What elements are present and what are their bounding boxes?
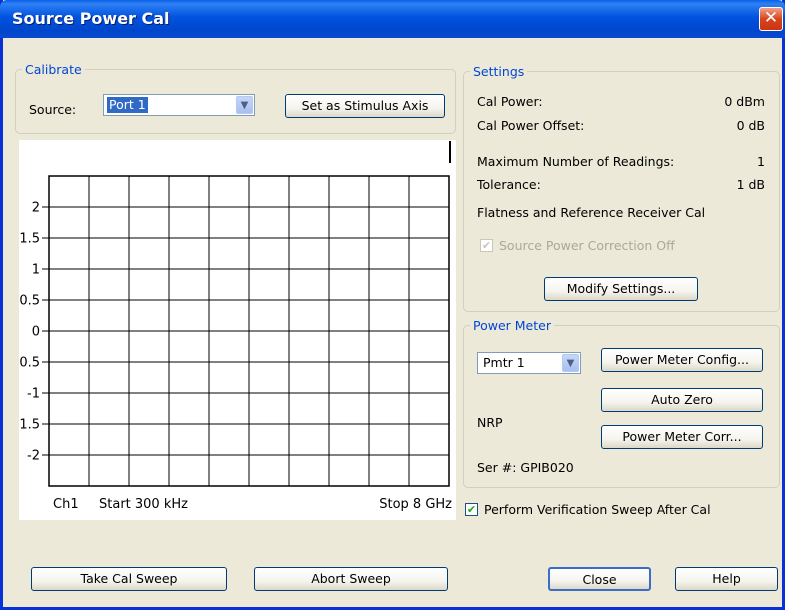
max-readings-label: Maximum Number of Readings: — [477, 154, 675, 169]
checkmark-icon: ✔ — [466, 503, 477, 516]
set-stimulus-axis-button[interactable]: Set as Stimulus Axis — [285, 94, 445, 118]
abort-sweep-button[interactable]: Abort Sweep — [254, 567, 448, 591]
cal-power-value: 0 dBm — [724, 94, 765, 109]
source-select[interactable]: Port 1 ▼ — [103, 94, 255, 116]
y-tick-label: 0 — [32, 325, 40, 340]
take-cal-sweep-button[interactable]: Take Cal Sweep — [31, 567, 227, 591]
modify-settings-button[interactable]: Modify Settings... — [544, 277, 698, 301]
title-bar[interactable]: Source Power Cal ✕ — [0, 0, 785, 38]
tolerance-value: 1 dB — [736, 177, 765, 192]
close-icon: ✕ — [763, 8, 779, 28]
stop-frequency-label: Stop 8 GHz — [379, 497, 452, 512]
verification-label: Perform Verification Sweep After Cal — [484, 502, 711, 517]
verification-checkbox[interactable]: ✔ — [465, 503, 478, 516]
checkmark-icon: ✔ — [481, 239, 492, 252]
close-window-button[interactable]: ✕ — [759, 7, 783, 31]
help-button[interactable]: Help — [675, 567, 778, 591]
power-meter-legend: Power Meter — [473, 318, 551, 333]
y-tick-label: -1 — [27, 387, 40, 402]
flatness-text: Flatness and Reference Receiver Cal — [477, 205, 706, 220]
y-tick-label: -0.5 — [19, 356, 40, 371]
y-tick-label: -1.5 — [19, 418, 40, 433]
channel-label: Ch1 — [53, 497, 79, 512]
marker-bar — [449, 141, 451, 163]
source-power-cal-dialog: Source Power Cal ✕ Calibrate Source: Por… — [0, 0, 785, 610]
y-tick-label: 1 — [32, 263, 40, 278]
correction-off-checkbox[interactable]: ✔ — [480, 239, 493, 252]
calibrate-legend: Calibrate — [25, 62, 82, 77]
cal-power-offset-label: Cal Power Offset: — [477, 118, 585, 133]
meter-type-text: NRP — [477, 415, 503, 430]
power-meter-select[interactable]: Pmtr 1 ▼ — [477, 352, 581, 374]
auto-zero-button[interactable]: Auto Zero — [601, 388, 763, 412]
settings-legend: Settings — [473, 64, 525, 79]
power-meter-select-value: Pmtr 1 — [483, 355, 525, 370]
y-tick-label: -2 — [27, 449, 40, 464]
power-meter-corr-button[interactable]: Power Meter Corr... — [601, 425, 763, 449]
window-title: Source Power Cal — [12, 9, 170, 28]
cal-power-label: Cal Power: — [477, 94, 543, 109]
start-frequency-label: Start 300 kHz — [99, 497, 188, 512]
y-tick-label: 1.5 — [19, 232, 40, 247]
tolerance-label: Tolerance: — [477, 177, 541, 192]
correction-off-label: Source Power Correction Off — [499, 238, 675, 253]
y-tick-label: 0.5 — [19, 294, 40, 309]
power-meter-config-button[interactable]: Power Meter Config... — [601, 348, 763, 372]
cal-chart: 2 1.5 1 0.5 0 -0.5 -1 -1.5 -2 Ch1 Start 300 kHz Sto… — [15, 140, 456, 520]
y-tick-label: 2 — [32, 201, 40, 216]
source-select-value: Port 1 — [107, 97, 148, 113]
close-button[interactable]: Close — [548, 567, 651, 591]
chevron-down-icon[interactable]: ▼ — [236, 96, 253, 114]
chevron-down-icon[interactable]: ▼ — [562, 354, 579, 372]
source-label: Source: — [29, 102, 77, 117]
max-readings-value: 1 — [757, 154, 765, 169]
serial-number-text: Ser #: GPIB020 — [477, 460, 574, 475]
chart-plot: 2 1.5 1 0.5 0 -0.5 -1 -1.5 -2 Ch1 Start 300 kHz Sto… — [15, 141, 452, 512]
cal-power-offset-value: 0 dB — [736, 118, 765, 133]
